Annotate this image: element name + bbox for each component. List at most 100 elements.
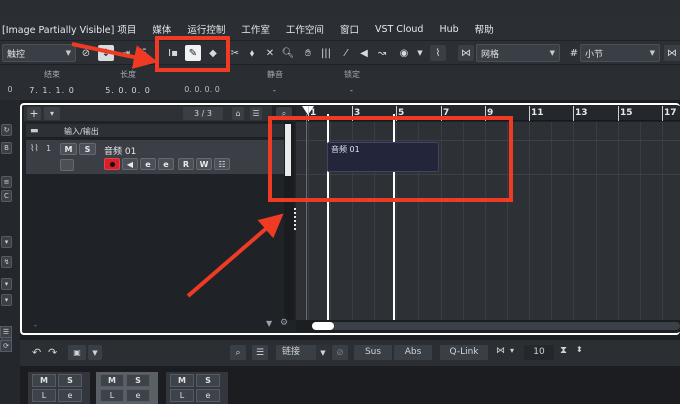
grid-icon[interactable]: ☷ xyxy=(134,45,150,61)
list-icon[interactable]: ☰ xyxy=(252,345,268,360)
mixer-edit-button[interactable]: e xyxy=(126,389,150,402)
redo-icon[interactable]: ↷ xyxy=(48,346,57,359)
camera-icon[interactable]: ▣ xyxy=(68,345,86,360)
track-mute-button[interactable]: M xyxy=(60,143,77,155)
info-offset-value[interactable]: 0. 0. 0. 0 xyxy=(172,85,232,94)
quantize-icon[interactable]: ⋈ xyxy=(664,45,680,61)
inspector-link-icon[interactable]: ↯ xyxy=(1,256,12,268)
zoom-value-field[interactable]: 10 xyxy=(524,345,554,360)
track-settings-icon[interactable]: ☷ xyxy=(214,158,230,170)
mixer-mute-button[interactable]: M xyxy=(170,374,194,387)
toolbar: 触控 ▼ ⊘ ↕ ⇥ ☷ I▪ ✎ ◆ ✂ ⬧ ✕ 🔍︎ ✋︎ ||| ⁄ ◀︎… xyxy=(0,40,680,64)
folder-track[interactable]: ▬ 输入/输出 xyxy=(26,124,284,138)
chevron-down-icon[interactable]: ▾ xyxy=(1,278,12,290)
menu-item-hub[interactable]: Hub xyxy=(431,24,466,35)
inspector-eq-icon[interactable]: ≡ xyxy=(1,176,12,188)
snap-toggle-icon[interactable]: ⌇ xyxy=(430,45,446,61)
track-name[interactable]: 音频 01 xyxy=(104,144,136,157)
menu-item-media[interactable]: 媒体 xyxy=(144,22,179,36)
inspector-ch-icon[interactable]: C xyxy=(1,190,12,202)
stepper-icon[interactable]: ⬍ xyxy=(576,345,583,354)
edit-mode-icon[interactable]: ⊘ xyxy=(78,45,94,61)
grid-type-dropdown[interactable]: 小节 ▼ xyxy=(580,44,660,62)
mixer-channel[interactable]: M S L e xyxy=(28,372,90,404)
mixer-solo-button[interactable]: S xyxy=(196,374,220,387)
record-enable-button[interactable] xyxy=(104,158,120,170)
line-tool-icon[interactable]: ⁄ xyxy=(338,45,354,61)
menu-item-help[interactable]: 帮助 xyxy=(467,22,502,36)
snap-type-dropdown[interactable]: 网格 ▼ xyxy=(476,44,560,62)
mixer-solo-button[interactable]: S xyxy=(58,374,82,387)
read-automation-button[interactable]: R xyxy=(178,158,194,170)
warp-tool-icon[interactable]: ↝ xyxy=(374,45,390,61)
zoom-width-icon[interactable]: ⋈ xyxy=(496,346,505,356)
lower-zone-icon-2[interactable]: ⟳ xyxy=(0,340,12,352)
comp-tool-icon[interactable]: ||| xyxy=(318,45,334,61)
speaker-tool-icon[interactable]: ◀︎ xyxy=(356,45,372,61)
glue-tool-icon[interactable]: ⬧ xyxy=(244,45,260,61)
zoom-tool-icon[interactable]: 🔍︎ xyxy=(280,45,296,61)
inspector-loop-icon[interactable]: ↻ xyxy=(1,124,12,136)
add-track-menu-icon[interactable]: ▾ xyxy=(44,107,60,120)
zoom-height-icon[interactable]: ⧗ xyxy=(560,345,567,356)
snap-icon[interactable]: ⋈ xyxy=(458,45,474,61)
chevron-down-icon[interactable]: ▾ xyxy=(510,346,514,355)
mixer-listen-button[interactable]: L xyxy=(100,389,124,402)
info-mute-value[interactable]: - xyxy=(255,86,295,95)
track-solo-button[interactable]: S xyxy=(79,143,96,155)
search-icon[interactable]: ⌕ xyxy=(230,345,246,360)
add-track-icon[interactable]: + xyxy=(27,107,41,120)
auto-scroll-icon[interactable]: ⇥ xyxy=(118,45,134,61)
gear-icon[interactable]: ⚙︎ xyxy=(280,318,288,328)
chevron-down-icon[interactable]: ▼ xyxy=(412,45,428,61)
menu-item-workspace[interactable]: 工作空间 xyxy=(278,22,332,36)
menu-item-transport[interactable]: 运行控制 xyxy=(179,22,233,36)
info-length-value[interactable]: 5. 0. 0. 0 xyxy=(98,86,158,95)
abs-button[interactable]: Abs xyxy=(394,345,432,360)
sus-button[interactable]: Sus xyxy=(354,345,392,360)
track-preset-icon[interactable]: ⌂ xyxy=(232,107,244,120)
track-list-menu-icon[interactable]: ☰ xyxy=(250,107,262,120)
info-lock-value[interactable]: - xyxy=(332,86,372,95)
mixer-edit-button[interactable]: e xyxy=(58,389,82,402)
link-dropdown[interactable]: 链接 xyxy=(276,345,320,360)
edit-instrument-icon[interactable]: e xyxy=(158,158,174,170)
chevron-down-icon[interactable]: ▼ xyxy=(266,319,272,328)
menu-item-studio[interactable]: 工作室 xyxy=(233,22,278,36)
chevron-down-icon[interactable]: ▾ xyxy=(1,294,12,306)
scrollbar-thumb[interactable] xyxy=(312,322,334,330)
info-left-value: 0 xyxy=(7,85,13,94)
write-automation-button[interactable]: W xyxy=(196,158,212,170)
mixer-edit-button[interactable]: e xyxy=(196,389,220,402)
mixer-mute-button[interactable]: M xyxy=(100,374,124,387)
mixer-solo-button[interactable]: S xyxy=(126,374,150,387)
undo-icon[interactable]: ↶ xyxy=(32,346,41,359)
delete-tool-icon[interactable]: ✕ xyxy=(262,45,278,61)
menu-item-window[interactable]: 窗口 xyxy=(332,22,367,36)
track-color-swatch[interactable] xyxy=(60,159,74,171)
chevron-down-icon[interactable]: ▼ xyxy=(88,345,102,360)
menu-item-vst-cloud[interactable]: VST Cloud xyxy=(367,24,432,35)
resize-handle[interactable] xyxy=(294,208,297,230)
monitor-icon[interactable]: ◀︎ xyxy=(122,158,138,170)
mixer-mute-button[interactable]: M xyxy=(32,374,56,387)
mixer-listen-button[interactable]: L xyxy=(32,389,56,402)
color-icon[interactable]: ◉ xyxy=(396,45,412,61)
edit-channel-icon[interactable]: e xyxy=(140,158,156,170)
audio-track[interactable]: ⌇⌇ 1 M S 音频 01 ◀︎ e e R W ☷ xyxy=(26,140,284,174)
inspector-b-icon[interactable]: B xyxy=(1,142,12,154)
mixer-channel[interactable]: M S L e xyxy=(166,372,228,404)
hand-tool-icon[interactable]: ✋︎ xyxy=(300,45,316,61)
ruler-label: 11 xyxy=(531,108,544,118)
lower-zone-icon[interactable]: ☰ xyxy=(0,326,12,338)
touch-mode-dropdown[interactable]: 触控 ▼ xyxy=(2,44,76,62)
mixer-channel-selected[interactable]: M S L e xyxy=(96,372,158,404)
mixer-listen-button[interactable]: L xyxy=(170,389,194,402)
qlink-button[interactable]: Q-Link xyxy=(440,345,488,360)
chevron-down-icon[interactable]: ▼ xyxy=(316,345,330,360)
chevron-down-icon[interactable]: ▾ xyxy=(1,236,12,248)
menu-item-project[interactable]: [Image Partially Visible] 项目 xyxy=(0,22,144,36)
info-end-value[interactable]: 7. 1. 1. 0 xyxy=(22,86,82,95)
active-mode-icon[interactable]: ↕ xyxy=(98,45,114,61)
scrollbar-track[interactable] xyxy=(312,322,680,330)
